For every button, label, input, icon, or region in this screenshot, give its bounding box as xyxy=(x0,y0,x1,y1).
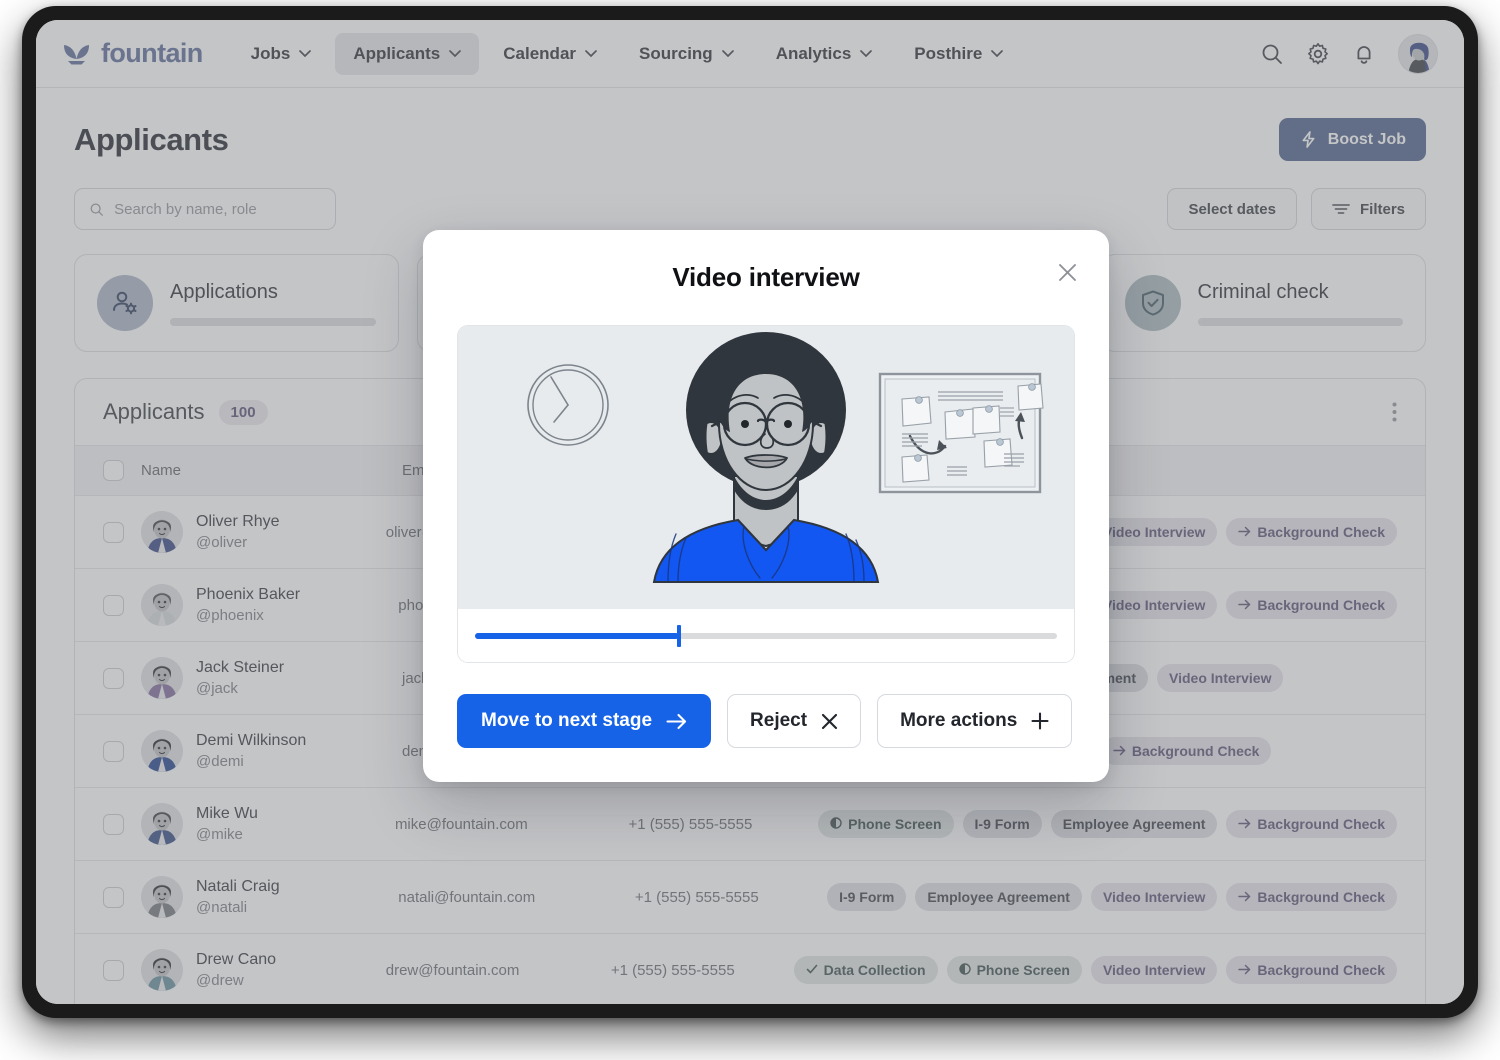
close-icon[interactable] xyxy=(1053,258,1081,286)
close-icon xyxy=(821,713,838,730)
plus-icon xyxy=(1031,712,1049,730)
more-actions-button[interactable]: More actions xyxy=(877,694,1072,748)
reject-label: Reject xyxy=(750,710,807,732)
more-actions-label: More actions xyxy=(900,710,1017,732)
video-controls xyxy=(458,609,1074,662)
move-to-next-stage-button[interactable]: Move to next stage xyxy=(457,694,711,748)
modal-header: Video interview xyxy=(457,262,1075,293)
move-to-next-stage-label: Move to next stage xyxy=(481,710,652,732)
person-with-glasses-video-call-illustration xyxy=(458,326,1074,609)
video-interview-modal: Video interview xyxy=(423,230,1109,782)
app-window: fountain Jobs Applicants Calendar Sourci… xyxy=(36,20,1464,1004)
modal-actions: Move to next stage Reject More actions xyxy=(457,694,1075,748)
video-progress-knob[interactable] xyxy=(677,625,681,647)
video-stage[interactable] xyxy=(458,326,1074,609)
modal-title: Video interview xyxy=(457,262,1075,293)
device-frame: fountain Jobs Applicants Calendar Sourci… xyxy=(22,6,1478,1018)
video-progress-track[interactable] xyxy=(475,633,1057,639)
video-progress-fill xyxy=(475,633,679,639)
wall-clock-icon xyxy=(528,365,608,445)
reject-button[interactable]: Reject xyxy=(727,694,861,748)
whiteboard-sticky-notes-icon xyxy=(880,374,1043,492)
arrow-right-icon xyxy=(666,713,687,730)
video-player xyxy=(457,325,1075,663)
